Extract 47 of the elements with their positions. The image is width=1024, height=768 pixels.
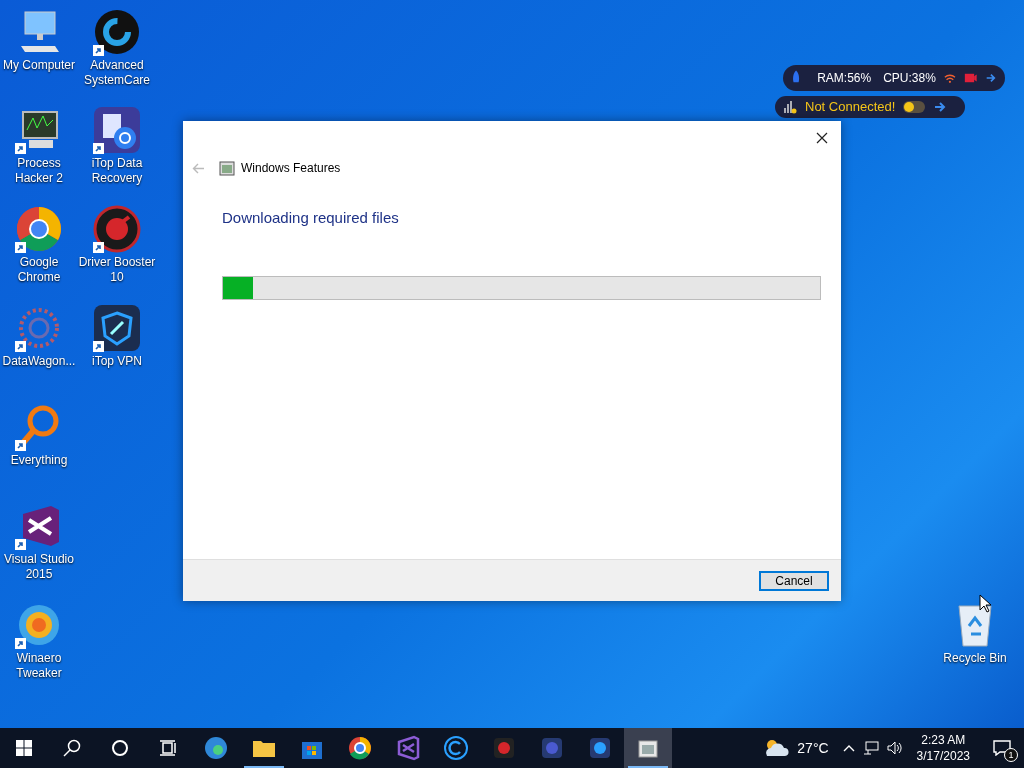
clock[interactable]: 2:23 AM 3/17/2023 bbox=[912, 732, 974, 764]
desktop-shortcut[interactable]: Process Hacker 2 bbox=[0, 106, 78, 186]
chevron-up-icon[interactable] bbox=[842, 744, 855, 752]
mouse-cursor-icon bbox=[979, 594, 991, 613]
network-icon[interactable] bbox=[862, 741, 879, 755]
weather-cloud-icon bbox=[763, 738, 790, 758]
desktop-shortcut[interactable]: Everything bbox=[0, 403, 78, 468]
task-view-icon bbox=[159, 740, 177, 756]
circle-icon bbox=[111, 739, 129, 757]
volume-icon[interactable] bbox=[886, 741, 903, 755]
desktop-shortcut[interactable]: iTop VPN bbox=[78, 304, 156, 369]
connect-toggle[interactable] bbox=[903, 101, 926, 113]
app-icon bbox=[15, 205, 63, 253]
app-icon bbox=[93, 205, 141, 253]
close-icon bbox=[816, 132, 828, 144]
window-title: Windows Features bbox=[241, 160, 341, 177]
app-icon bbox=[93, 106, 141, 154]
desktop-shortcut[interactable]: My Computer bbox=[0, 8, 78, 73]
cancel-button[interactable]: Cancel bbox=[759, 570, 829, 591]
arrow-right-icon[interactable] bbox=[933, 100, 948, 114]
window-icon bbox=[219, 160, 235, 176]
chrome-icon bbox=[347, 735, 373, 761]
desktop-shortcut[interactable]: iTop Data Recovery bbox=[78, 106, 156, 186]
desktop-shortcut[interactable]: Advanced SystemCare bbox=[78, 8, 156, 88]
temperature[interactable]: 27°C bbox=[797, 737, 829, 759]
desktop-shortcut[interactable]: Google Chrome bbox=[0, 205, 78, 285]
desktop-shortcut[interactable]: Visual Studio 2015 bbox=[0, 502, 78, 582]
app-icon bbox=[93, 8, 141, 56]
search-icon bbox=[63, 739, 81, 757]
wifi-icon bbox=[943, 72, 956, 84]
vpn-status: Not Connected! bbox=[805, 98, 896, 117]
c-logo-icon bbox=[443, 735, 469, 761]
arrow-right-icon[interactable] bbox=[985, 71, 997, 85]
desktop-shortcut[interactable]: Winaero Tweaker bbox=[0, 601, 78, 681]
windows-logo-icon bbox=[16, 740, 32, 756]
desktop-shortcut[interactable]: Driver Booster 10 bbox=[78, 205, 156, 285]
desktop-shortcut[interactable]: Recycle Bin bbox=[936, 600, 1014, 666]
app-icon bbox=[93, 304, 141, 352]
signal-icon bbox=[783, 100, 797, 114]
notification-count: 1 bbox=[1004, 748, 1018, 762]
desktop-shortcut[interactable]: DataWagon... bbox=[0, 304, 78, 369]
notification-button[interactable]: 1 bbox=[980, 728, 1024, 768]
speech-bubble-icon bbox=[993, 740, 1011, 756]
system-monitor-widget: RAM:56% CPU:38% bbox=[783, 65, 1005, 91]
dialog-heading: Downloading required files bbox=[222, 208, 399, 228]
camera-icon bbox=[963, 72, 978, 84]
taskbar-app-button[interactable] bbox=[624, 728, 672, 768]
